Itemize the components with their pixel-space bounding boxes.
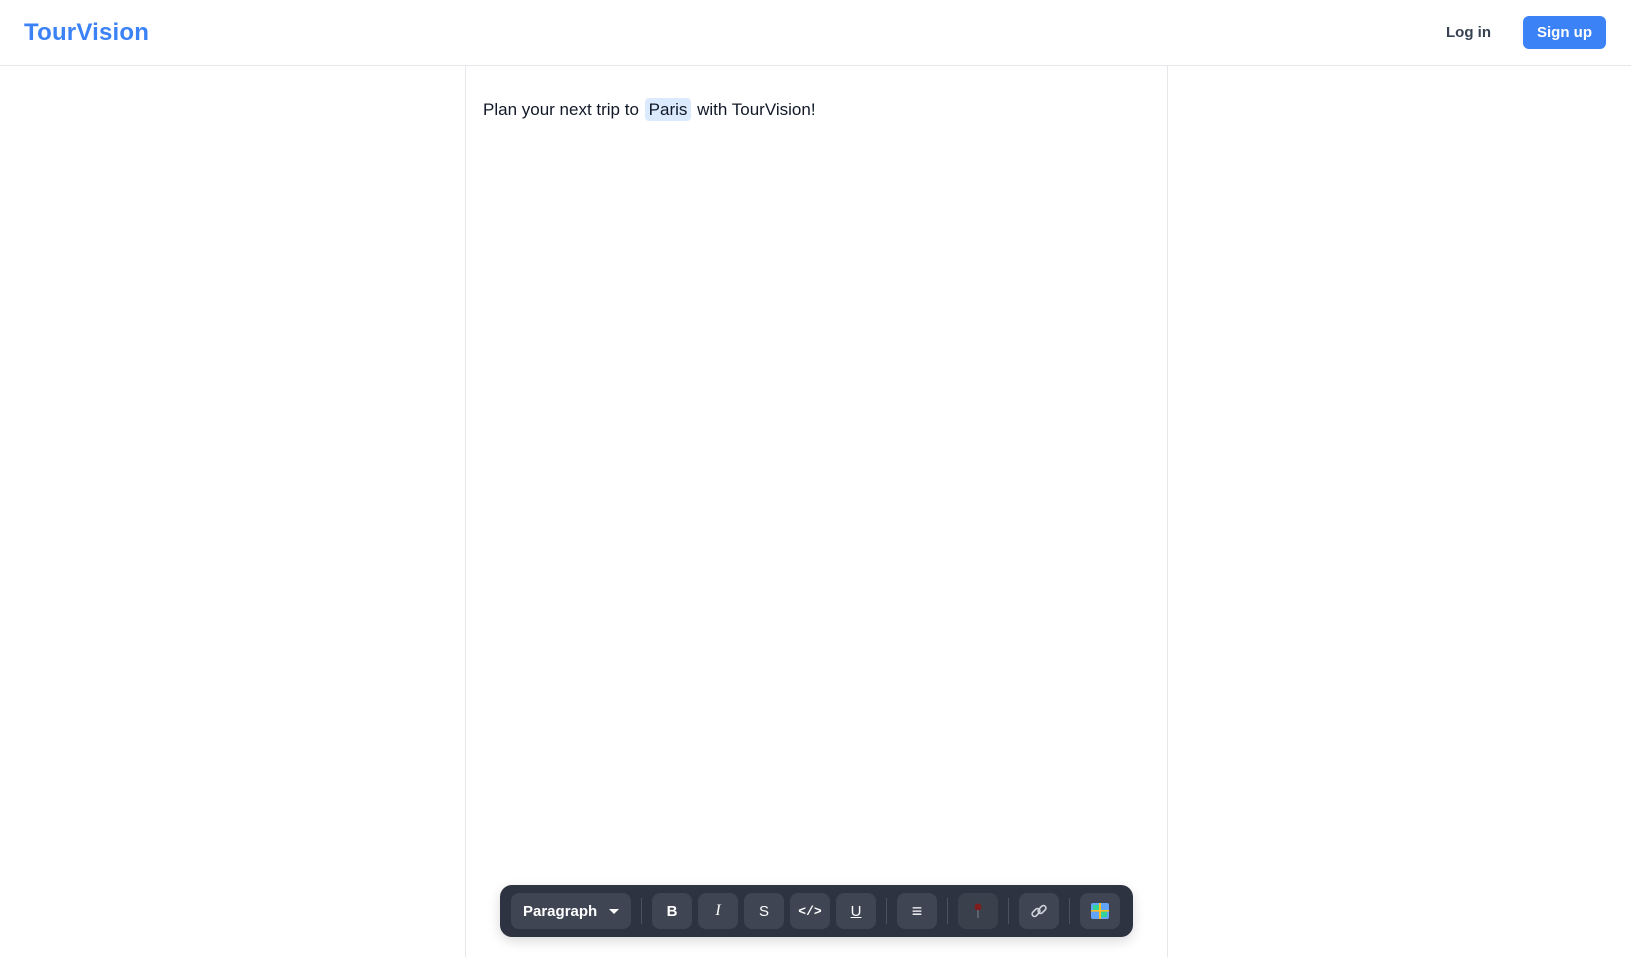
insert-map-button[interactable] [1080,893,1120,929]
top-navbar: TourVision Log in Sign up [0,0,1631,66]
link-icon [1031,904,1047,918]
bold-button[interactable]: B [652,893,692,929]
toolbar-divider [641,898,642,924]
formatting-toolbar: Paragraph B I S </> U ≡ [500,885,1133,937]
chevron-down-icon [609,908,619,914]
strikethrough-button[interactable]: S [744,893,784,929]
toolbar-divider [886,898,887,924]
toolbar-divider [947,898,948,924]
block-type-label: Paragraph [523,902,598,920]
pin-location-button[interactable] [958,893,998,929]
align-button[interactable]: ≡ [897,893,937,929]
map-icon [1091,903,1109,919]
location-mention[interactable]: Paris [644,98,692,121]
brand-logo[interactable]: TourVision [24,19,149,47]
signup-button[interactable]: Sign up [1523,16,1606,49]
paragraph-text-after: with TourVision! [697,100,816,119]
insert-link-button[interactable] [1019,893,1059,929]
editor-paragraph[interactable]: Plan your next trip to Paris with TourVi… [483,98,816,121]
toolbar-divider [1008,898,1009,924]
pin-icon [974,903,982,918]
editor-canvas[interactable]: Plan your next trip to Paris with TourVi… [465,66,1168,957]
code-button[interactable]: </> [790,893,830,929]
block-type-select[interactable]: Paragraph [511,893,631,929]
toolbar-divider [1069,898,1070,924]
underline-button[interactable]: U [836,893,876,929]
italic-button[interactable]: I [698,893,738,929]
login-button[interactable]: Log in [1438,18,1499,47]
auth-actions: Log in Sign up [1438,16,1607,49]
paragraph-text-before: Plan your next trip to [483,100,639,119]
